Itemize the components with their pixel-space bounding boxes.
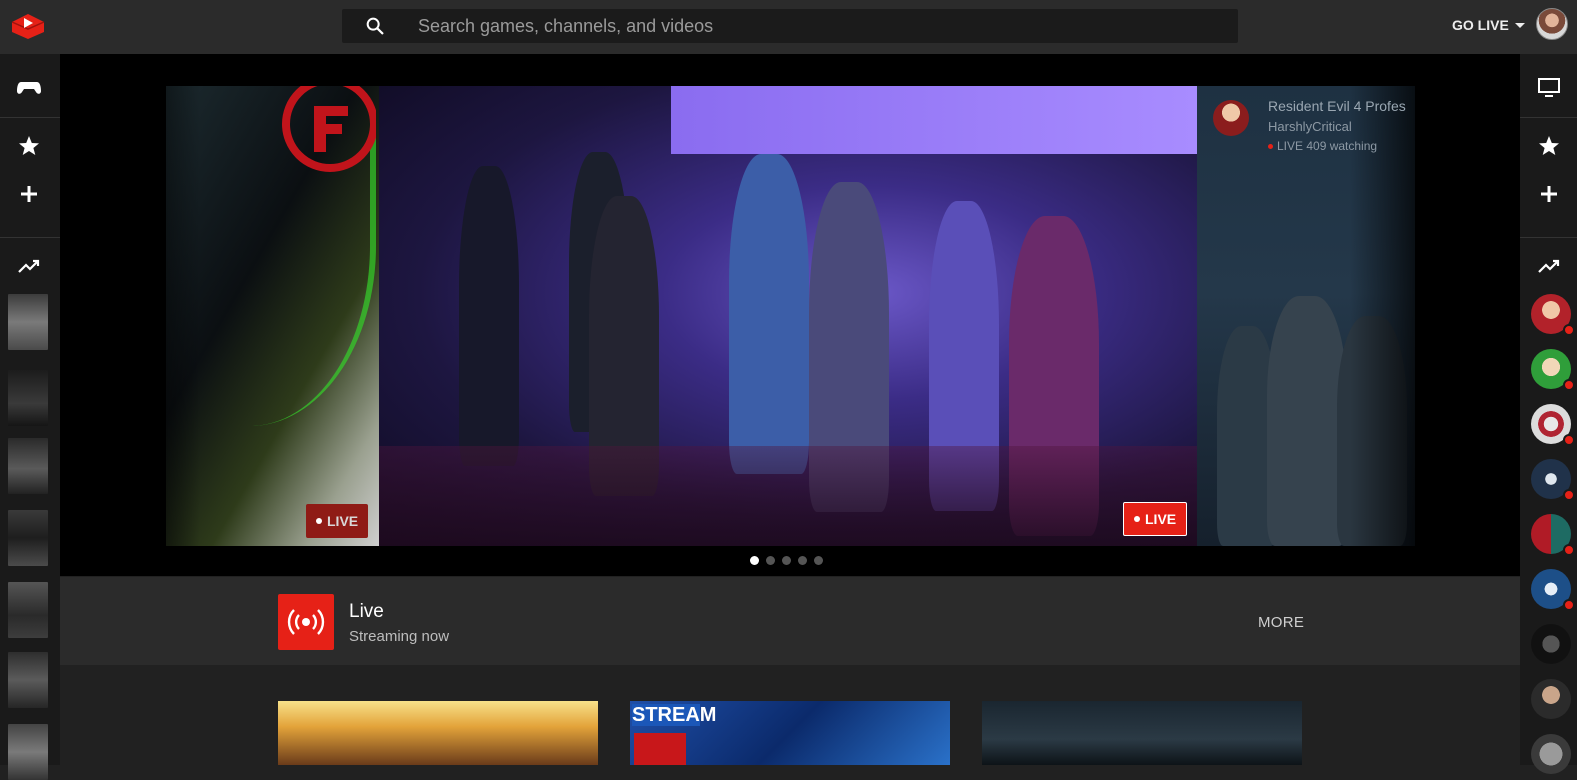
stage-figure: [729, 154, 809, 474]
video-card[interactable]: [278, 701, 598, 765]
left-rail: [0, 54, 60, 780]
shelf-subtitle: Streaming now: [349, 628, 450, 645]
stage-floor: [379, 446, 1197, 546]
slide-artwork: [1267, 296, 1347, 546]
carousel-fade-left: [120, 86, 200, 546]
youtube-gaming-logo-icon[interactable]: [10, 12, 46, 40]
stream-title: Resident Evil 4 Profes: [1268, 98, 1406, 114]
carousel-pager: [750, 556, 823, 565]
live-indicator: [1563, 434, 1575, 446]
card-label: STREAM: [632, 704, 717, 726]
channel-avatar[interactable]: [1531, 569, 1575, 611]
pager-dot[interactable]: [750, 556, 759, 565]
live-dot-icon: [1268, 143, 1273, 149]
pager-dot[interactable]: [814, 556, 823, 565]
live-indicator: [1563, 324, 1575, 336]
live-badge: LIVE: [1123, 502, 1188, 536]
carousel-fade-right: [1350, 86, 1440, 546]
channel-avatar[interactable]: [1531, 624, 1571, 664]
channel-avatar[interactable]: [1531, 514, 1575, 556]
game-thumbnail[interactable]: [8, 294, 48, 350]
channel-avatar[interactable]: [1531, 679, 1571, 719]
stage-figure: [459, 166, 519, 466]
live-dot-icon: [1134, 516, 1140, 522]
game-thumbnail[interactable]: [8, 652, 48, 708]
stage-projector-screen: [671, 86, 1197, 154]
live-indicator: [1563, 599, 1575, 611]
live-shelf-header: Live Streaming now MORE: [60, 577, 1520, 665]
channel-avatar[interactable]: [1531, 459, 1575, 501]
card-artwork: [634, 733, 686, 765]
channel-avatar[interactable]: [1531, 404, 1575, 446]
search-bar[interactable]: [342, 9, 1238, 43]
pager-dot[interactable]: [798, 556, 807, 565]
gamepad-icon[interactable]: [16, 74, 42, 100]
live-indicator: [1563, 544, 1575, 556]
channel-avatar[interactable]: [1531, 349, 1575, 391]
add-icon[interactable]: [1536, 181, 1562, 207]
game-thumbnail[interactable]: [8, 582, 48, 638]
video-card[interactable]: [982, 701, 1302, 765]
rail-divider: [0, 117, 60, 118]
top-bar: GO LIVE: [0, 0, 1577, 54]
live-indicator: [1563, 489, 1575, 501]
search-icon[interactable]: [364, 15, 386, 37]
search-input[interactable]: [418, 9, 1218, 43]
add-icon[interactable]: [16, 181, 42, 207]
live-indicator: [1563, 379, 1575, 391]
broadcast-icon: [278, 594, 334, 650]
live-dot-icon: [316, 518, 322, 524]
go-live-label: GO LIVE: [1452, 17, 1509, 33]
channel-avatar: [1213, 100, 1249, 136]
video-card[interactable]: STREAM: [630, 701, 950, 765]
shelf-title: Live: [349, 601, 384, 622]
carousel-slide-current[interactable]: LIVE: [379, 86, 1197, 546]
rail-divider: [0, 237, 60, 238]
channel-name: HarshlyCritical: [1268, 119, 1352, 134]
live-badge: LIVE: [306, 504, 369, 538]
channel-logo-icon: [282, 86, 376, 172]
chevron-down-icon: [1514, 23, 1525, 28]
rail-divider: [1520, 237, 1577, 238]
viewer-count: LIVE 409 watching: [1268, 139, 1377, 153]
go-live-button[interactable]: GO LIVE: [1452, 17, 1525, 33]
trending-icon[interactable]: [16, 253, 42, 279]
channel-avatar[interactable]: [1531, 734, 1571, 774]
star-icon[interactable]: [16, 133, 42, 159]
more-button[interactable]: MORE: [1258, 614, 1304, 631]
rail-divider: [1520, 117, 1577, 118]
pager-dot[interactable]: [782, 556, 791, 565]
trending-icon[interactable]: [1536, 253, 1562, 279]
right-rail: [1520, 54, 1577, 774]
tv-icon[interactable]: [1536, 74, 1562, 100]
star-icon[interactable]: [1536, 133, 1562, 159]
game-thumbnail[interactable]: [8, 510, 48, 566]
account-avatar[interactable]: [1536, 8, 1568, 40]
channel-avatar[interactable]: [1531, 294, 1575, 336]
game-thumbnail[interactable]: [8, 438, 48, 494]
hero-carousel: LIVE LIVE Resident Evil 4 Profes Harshly…: [60, 54, 1520, 576]
game-thumbnail[interactable]: [8, 724, 48, 780]
pager-dot[interactable]: [766, 556, 775, 565]
game-thumbnail[interactable]: [8, 370, 48, 426]
